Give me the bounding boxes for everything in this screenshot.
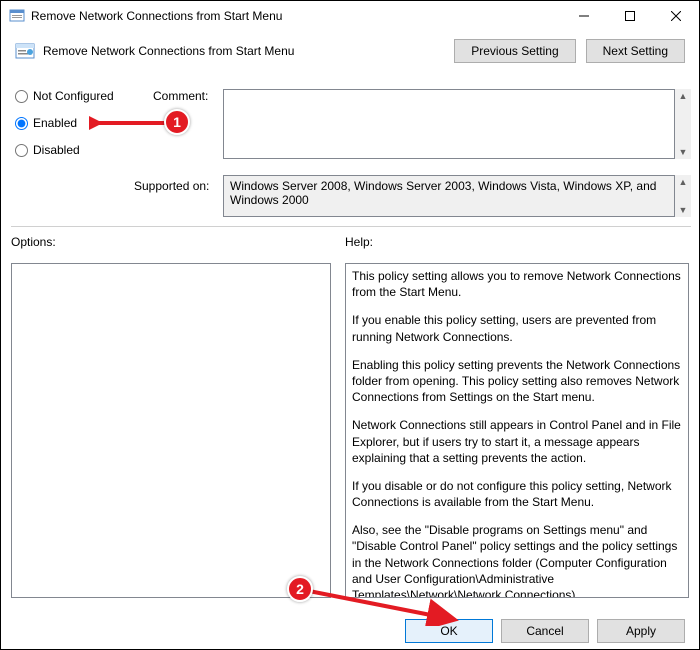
minimize-button[interactable] [561, 1, 607, 31]
window-frame: Remove Network Connections from Start Me… [0, 0, 700, 650]
scroll-down-icon: ▼ [677, 203, 690, 217]
annotation-badge-1: 1 [164, 109, 190, 135]
separator [11, 226, 691, 227]
scroll-down-icon: ▼ [677, 145, 690, 159]
options-label: Options: [11, 235, 56, 249]
next-setting-button[interactable]: Next Setting [586, 39, 685, 63]
supported-scrollbar[interactable]: ▲ ▼ [675, 175, 691, 217]
comment-scrollbar[interactable]: ▲ ▼ [675, 89, 691, 159]
supported-on-label: Supported on: [134, 179, 209, 193]
ok-button[interactable]: OK [405, 619, 493, 643]
radio-not-configured-label: Not Configured [33, 89, 114, 103]
subheader: Remove Network Connections from Start Me… [1, 31, 699, 69]
radio-enabled-input[interactable] [15, 117, 28, 130]
policy-name-label: Remove Network Connections from Start Me… [43, 44, 454, 58]
help-paragraph: This policy setting allows you to remove… [352, 268, 682, 300]
titlebar: Remove Network Connections from Start Me… [1, 1, 699, 31]
apply-button[interactable]: Apply [597, 619, 685, 643]
help-panel[interactable]: This policy setting allows you to remove… [345, 263, 689, 598]
policy-icon [9, 8, 25, 24]
help-paragraph: If you enable this policy setting, users… [352, 312, 682, 344]
radio-not-configured[interactable]: Not Configured [15, 89, 114, 103]
maximize-button[interactable] [607, 1, 653, 31]
help-paragraph: Also, see the "Disable programs on Setti… [352, 522, 682, 598]
policy-icon [15, 41, 35, 61]
radio-not-configured-input[interactable] [15, 90, 28, 103]
help-paragraph: Network Connections still appears in Con… [352, 417, 682, 466]
options-panel [11, 263, 331, 598]
cancel-button[interactable]: Cancel [501, 619, 589, 643]
radio-disabled-label: Disabled [33, 143, 80, 157]
close-button[interactable] [653, 1, 699, 31]
scroll-up-icon: ▲ [677, 89, 690, 103]
help-paragraph: If you disable or do not configure this … [352, 478, 682, 510]
state-radio-group: Not Configured Enabled Disabled [15, 89, 114, 157]
help-label: Help: [345, 235, 373, 249]
radio-enabled[interactable]: Enabled [15, 116, 114, 130]
comment-label: Comment: [153, 89, 208, 103]
previous-setting-button[interactable]: Previous Setting [454, 39, 575, 63]
comment-textarea[interactable] [223, 89, 675, 159]
radio-disabled[interactable]: Disabled [15, 143, 114, 157]
scroll-up-icon: ▲ [677, 175, 690, 189]
radio-disabled-input[interactable] [15, 144, 28, 157]
window-title: Remove Network Connections from Start Me… [31, 9, 561, 23]
dialog-buttons: OK Cancel Apply [1, 619, 699, 643]
help-paragraph: Enabling this policy setting prevents th… [352, 357, 682, 406]
radio-enabled-label: Enabled [33, 116, 77, 130]
supported-on-box: Windows Server 2008, Windows Server 2003… [223, 175, 675, 217]
